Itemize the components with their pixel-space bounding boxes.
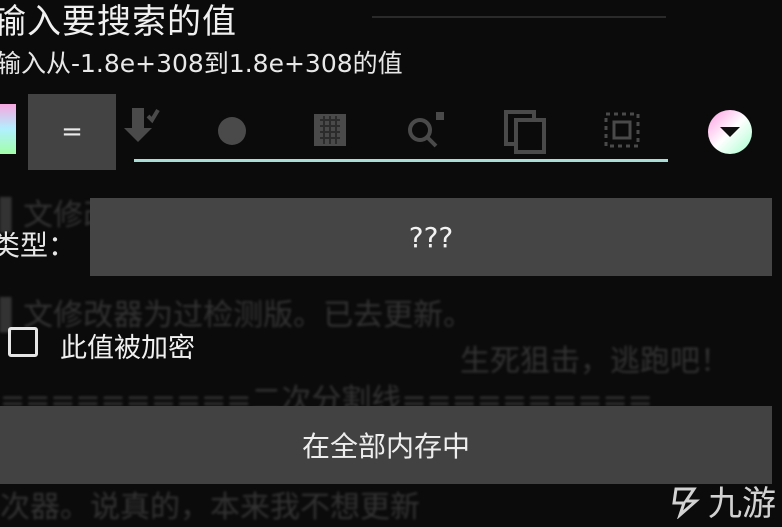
paste-icon[interactable]	[120, 104, 160, 154]
gradient-side-strip	[0, 104, 16, 154]
type-select[interactable]: ???	[90, 198, 772, 276]
search-history-icon[interactable]	[402, 108, 450, 158]
watermark: 九游	[668, 476, 776, 525]
title-divider	[372, 16, 666, 18]
keyboard-icon[interactable]	[312, 112, 348, 154]
dialog-subtitle: 输入从-1.8e+308到1.8e+308的值	[0, 49, 403, 78]
operator-button[interactable]: =	[28, 94, 116, 170]
encrypted-label: 此值被加密	[60, 333, 195, 364]
operator-label: =	[61, 117, 83, 147]
watermark-logo-icon	[672, 487, 700, 519]
search-scope-button[interactable]: 在全部内存中	[0, 406, 772, 484]
type-select-value: ???	[408, 220, 454, 254]
watermark-text: 九游	[708, 484, 776, 524]
background-blur-text: 生死狙击，逃跑吧！	[460, 344, 730, 379]
chevron-down-icon	[720, 127, 740, 137]
encrypted-checkbox[interactable]	[8, 327, 38, 357]
background-blur-text: 次器。说真的，本来我不想更新	[0, 490, 420, 525]
copy-icon[interactable]	[502, 108, 548, 162]
select-icon[interactable]	[602, 110, 642, 156]
value-input-underline[interactable]	[134, 159, 668, 162]
type-label: 类型：	[0, 229, 77, 262]
search-scope-label: 在全部内存中	[301, 430, 470, 463]
record-icon[interactable]	[216, 115, 248, 153]
dialog-title: 输入要搜索的值	[0, 2, 237, 42]
type-dropdown-toggle[interactable]	[708, 110, 752, 154]
